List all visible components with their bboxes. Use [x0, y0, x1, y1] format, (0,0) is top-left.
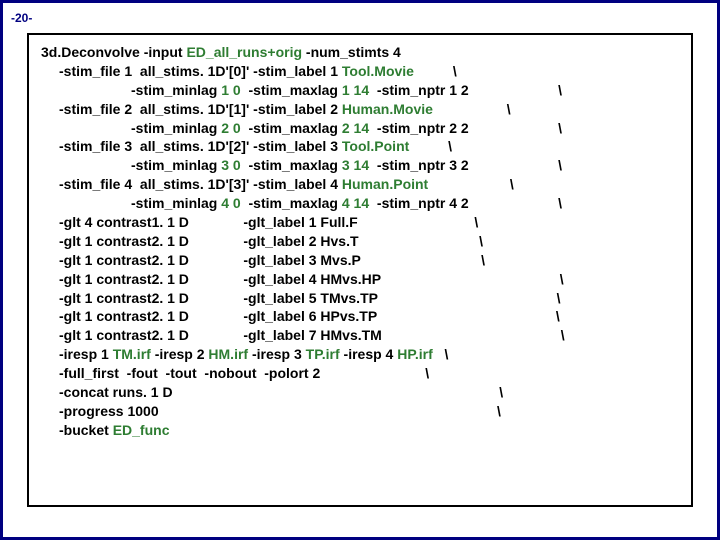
code-line: -concat runs. 1 D \ — [41, 383, 679, 402]
code-text: -iresp 4 — [340, 346, 398, 362]
code-line: -stim_file 3 all_stims. 1D'[2]' -stim_la… — [41, 137, 679, 156]
code-line: -stim_file 2 all_stims. 1D'[1]' -stim_la… — [41, 100, 679, 119]
code-text: -stim_maxlag — [241, 120, 342, 136]
code-line: -stim_minlag 4 0 -stim_maxlag 4 14 -stim… — [41, 194, 679, 213]
code-line: -iresp 1 TM.irf -iresp 2 HM.irf -iresp 3… — [41, 345, 679, 364]
highlight-text: 3 0 — [221, 157, 240, 173]
code-text: -stim_minlag — [131, 82, 221, 98]
highlight-text: 4 0 — [221, 195, 240, 211]
code-line: -stim_file 1 all_stims. 1D'[0]' -stim_la… — [41, 62, 679, 81]
code-text: -full_first -fout -tout -nobout -polort … — [59, 365, 429, 381]
highlight-text: 4 14 — [342, 195, 369, 211]
code-line: -glt 1 contrast2. 1 D -glt_label 3 Mvs.P… — [41, 251, 679, 270]
code-text: \ — [433, 346, 449, 362]
code-line: -stim_minlag 1 0 -stim_maxlag 1 14 -stim… — [41, 81, 679, 100]
highlight-text: Tool.Point — [342, 138, 409, 154]
code-text: -stim_maxlag — [241, 157, 342, 173]
code-line: -stim_minlag 2 0 -stim_maxlag 2 14 -stim… — [41, 119, 679, 138]
code-text: -stim_maxlag — [241, 82, 342, 98]
highlight-text: Human.Point — [342, 176, 428, 192]
highlight-text: 2 0 — [221, 120, 240, 136]
code-text: \ — [428, 176, 514, 192]
code-line: -stim_minlag 3 0 -stim_maxlag 3 14 -stim… — [41, 156, 679, 175]
code-line: -stim_file 4 all_stims. 1D'[3]' -stim_la… — [41, 175, 679, 194]
highlight-text: TM.irf — [113, 346, 151, 362]
code-text: -stim_file 1 all_stims. 1D'[0]' -stim_la… — [59, 63, 342, 79]
code-block: 3d.Deconvolve -input ED_all_runs+orig -n… — [27, 33, 693, 507]
code-line: -glt 4 contrast1. 1 D -glt_label 1 Full.… — [41, 213, 679, 232]
code-text: -stim_file 4 all_stims. 1D'[3]' -stim_la… — [59, 176, 342, 192]
highlight-text: ED_func — [113, 422, 170, 438]
code-text: -iresp 3 — [248, 346, 306, 362]
code-text: -glt 1 contrast2. 1 D -glt_label 2 Hvs.T… — [59, 233, 483, 249]
page-number: -20- — [11, 11, 32, 25]
highlight-text: Tool.Movie — [342, 63, 414, 79]
code-text: -glt 1 contrast2. 1 D -glt_label 4 HMvs.… — [59, 271, 564, 287]
highlight-text: TP.irf — [306, 346, 340, 362]
code-line: -glt 1 contrast2. 1 D -glt_label 7 HMvs.… — [41, 326, 679, 345]
code-text: -stim_file 3 all_stims. 1D'[2]' -stim_la… — [59, 138, 342, 154]
code-line: -glt 1 contrast2. 1 D -glt_label 2 Hvs.T… — [41, 232, 679, 251]
highlight-text: Human.Movie — [342, 101, 433, 117]
code-text: -iresp 1 — [59, 346, 113, 362]
highlight-text: 1 14 — [342, 82, 369, 98]
highlight-text: HP.irf — [397, 346, 433, 362]
code-text: -glt 1 contrast2. 1 D -glt_label 7 HMvs.… — [59, 327, 565, 343]
code-text: -glt 4 contrast1. 1 D -glt_label 1 Full.… — [59, 214, 478, 230]
code-text: -iresp 2 — [151, 346, 209, 362]
code-text: -glt 1 contrast2. 1 D -glt_label 5 TMvs.… — [59, 290, 561, 306]
highlight-text: ED_all_runs+orig — [186, 44, 302, 60]
code-line: -glt 1 contrast2. 1 D -glt_label 6 HPvs.… — [41, 307, 679, 326]
code-text: \ — [414, 63, 457, 79]
code-text: -stim_nptr 3 2 \ — [369, 157, 562, 173]
highlight-text: 1 0 — [221, 82, 240, 98]
code-text: -stim_nptr 1 2 \ — [369, 82, 562, 98]
code-text: -glt 1 contrast2. 1 D -glt_label 3 Mvs.P… — [59, 252, 485, 268]
code-text: -bucket — [59, 422, 113, 438]
code-line: -progress 1000 \ — [41, 402, 679, 421]
code-text: -stim_nptr 4 2 \ — [369, 195, 562, 211]
code-text: -stim_maxlag — [241, 195, 342, 211]
code-line: -full_first -fout -tout -nobout -polort … — [41, 364, 679, 383]
highlight-text: HM.irf — [208, 346, 248, 362]
code-text: \ — [409, 138, 452, 154]
code-text: \ — [433, 101, 511, 117]
code-line: -glt 1 contrast2. 1 D -glt_label 4 HMvs.… — [41, 270, 679, 289]
code-text: -stim_minlag — [131, 120, 221, 136]
code-line: -glt 1 contrast2. 1 D -glt_label 5 TMvs.… — [41, 289, 679, 308]
code-text: -concat runs. 1 D \ — [59, 384, 503, 400]
code-text: -glt 1 contrast2. 1 D -glt_label 6 HPvs.… — [59, 308, 560, 324]
highlight-text: 3 14 — [342, 157, 369, 173]
code-text: -stim_nptr 2 2 \ — [369, 120, 562, 136]
code-line: -bucket ED_func — [41, 421, 679, 440]
code-text: -stim_minlag — [131, 157, 221, 173]
code-line: 3d.Deconvolve -input ED_all_runs+orig -n… — [41, 43, 679, 62]
highlight-text: 2 14 — [342, 120, 369, 136]
code-text: -stim_file 2 all_stims. 1D'[1]' -stim_la… — [59, 101, 342, 117]
code-text: 3d.Deconvolve -input — [41, 44, 186, 60]
code-text: -stim_minlag — [131, 195, 221, 211]
code-text: -progress 1000 \ — [59, 403, 501, 419]
code-text: -num_stimts 4 — [302, 44, 401, 60]
